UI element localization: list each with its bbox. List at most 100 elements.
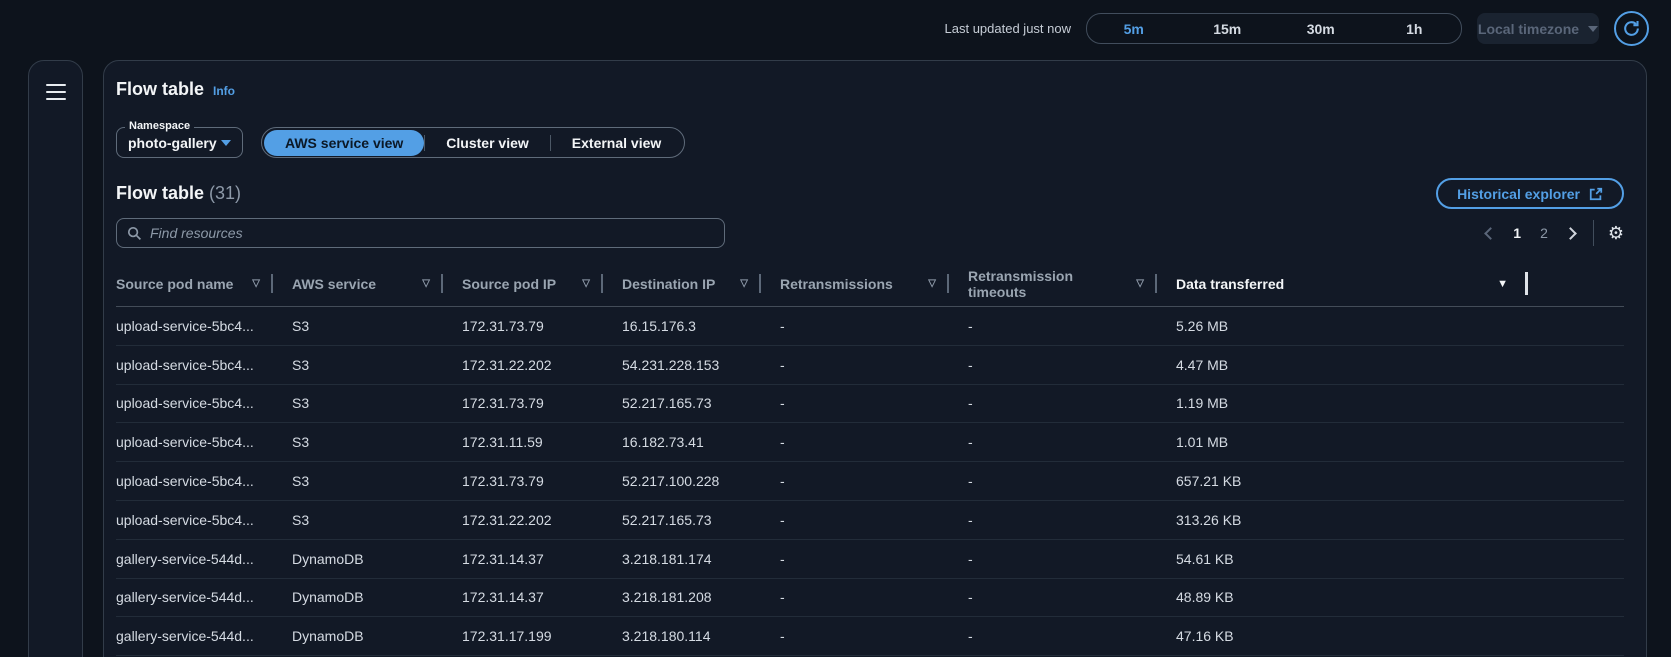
cell-destination-ip: 52.217.100.228 <box>622 462 780 500</box>
topbar: Last updated just now 5m15m30m1h Local t… <box>0 0 1671 57</box>
cell-source-pod-ip: 172.31.14.37 <box>462 540 622 578</box>
chevron-right-icon <box>1564 227 1577 240</box>
cell-data-transferred: 5.26 MB <box>1176 307 1528 345</box>
filter-caret-icon[interactable]: ▽ <box>252 278 260 289</box>
cell-source-pod-ip: 172.31.11.59 <box>462 423 622 461</box>
cell-data-transferred: 47.16 KB <box>1176 617 1528 655</box>
column-header-destination-ip[interactable]: Destination IP▽ <box>622 261 780 306</box>
cell-retransmission-timeouts: - <box>968 346 1176 384</box>
page-button-1[interactable]: 1 <box>1508 223 1526 243</box>
sort-descending-icon[interactable]: ▼ <box>1497 278 1508 290</box>
cell-source-pod-name: upload-service-5bc4... <box>116 462 292 500</box>
table-row: upload-service-5bc4...S3172.31.73.7952.2… <box>116 385 1624 424</box>
cell-source-pod-ip: 172.31.73.79 <box>462 307 622 345</box>
column-label: Data transferred <box>1176 276 1284 292</box>
filter-caret-icon[interactable]: ▽ <box>422 278 430 289</box>
column-header-filler <box>1528 261 1624 306</box>
cell-filler <box>1528 462 1624 500</box>
pagination: 1 2 ⚙ <box>1482 220 1624 246</box>
search-box <box>116 218 725 248</box>
cell-aws-service: S3 <box>292 346 462 384</box>
cell-data-transferred: 313.26 KB <box>1176 501 1528 539</box>
time-range-15m[interactable]: 15m <box>1181 14 1275 43</box>
cell-data-transferred: 48.89 KB <box>1176 579 1528 617</box>
cell-source-pod-ip: 172.31.73.79 <box>462 462 622 500</box>
search-input[interactable] <box>150 225 714 241</box>
gear-icon: ⚙ <box>1608 223 1624 243</box>
cell-source-pod-ip: 172.31.22.202 <box>462 346 622 384</box>
table-row: gallery-service-544d...DynamoDB172.31.17… <box>116 617 1624 656</box>
time-range-1h[interactable]: 1h <box>1368 14 1462 43</box>
cell-retransmissions: - <box>780 346 968 384</box>
cell-data-transferred: 1.01 MB <box>1176 423 1528 461</box>
namespace-value: photo-gallery <box>128 135 217 151</box>
cell-source-pod-ip: 172.31.73.79 <box>462 385 622 423</box>
info-link[interactable]: Info <box>213 84 235 98</box>
cell-retransmission-timeouts: - <box>968 307 1176 345</box>
section-title: Flow table (31) <box>116 183 241 204</box>
cell-retransmission-timeouts: - <box>968 501 1176 539</box>
cell-destination-ip: 16.15.176.3 <box>622 307 780 345</box>
column-header-source-pod-name[interactable]: Source pod name ▽ <box>116 261 292 306</box>
cell-source-pod-name: gallery-service-544d... <box>116 579 292 617</box>
time-range-30m[interactable]: 30m <box>1274 14 1368 43</box>
column-header-aws-service[interactable]: AWS service ▽ <box>292 261 462 306</box>
cell-retransmissions: - <box>780 617 968 655</box>
cell-filler <box>1528 617 1624 655</box>
cell-source-pod-ip: 172.31.22.202 <box>462 501 622 539</box>
search-icon <box>127 226 142 241</box>
table-row: upload-service-5bc4...S3172.31.73.7916.1… <box>116 307 1624 346</box>
cell-aws-service: S3 <box>292 501 462 539</box>
cell-aws-service: S3 <box>292 307 462 345</box>
time-range-5m[interactable]: 5m <box>1087 14 1181 43</box>
refresh-icon <box>1622 19 1641 38</box>
column-label: AWS service <box>292 276 376 292</box>
filter-caret-icon[interactable]: ▽ <box>582 278 590 289</box>
column-label: Source pod name <box>116 276 233 292</box>
cell-source-pod-name: upload-service-5bc4... <box>116 307 292 345</box>
time-range-control[interactable]: 5m15m30m1h <box>1086 13 1462 44</box>
cell-filler <box>1528 540 1624 578</box>
view-tab-external-view[interactable]: External view <box>551 130 683 156</box>
table-header: Source pod name▽AWS service▽Source pod I… <box>116 261 1624 307</box>
filter-caret-icon[interactable]: ▽ <box>740 278 748 289</box>
cell-destination-ip: 3.218.181.208 <box>622 579 780 617</box>
view-tab-aws-service-view[interactable]: AWS service view <box>264 130 424 156</box>
timezone-select[interactable]: Local timezone <box>1477 13 1599 44</box>
cell-source-pod-name: upload-service-5bc4... <box>116 346 292 384</box>
table-row: upload-service-5bc4...S3172.31.11.5916.1… <box>116 423 1624 462</box>
cell-source-pod-ip: 172.31.17.199 <box>462 617 622 655</box>
cell-retransmissions: - <box>780 385 968 423</box>
next-page-button[interactable] <box>1562 225 1579 242</box>
cell-retransmissions: - <box>780 501 968 539</box>
sidebar <box>28 60 83 657</box>
cell-retransmissions: - <box>780 307 968 345</box>
cell-retransmission-timeouts: - <box>968 462 1176 500</box>
namespace-select[interactable]: Namespace photo-gallery <box>116 127 243 158</box>
cell-filler <box>1528 423 1624 461</box>
cell-destination-ip: 54.231.228.153 <box>622 346 780 384</box>
column-header-source-pod-ip[interactable]: Source pod IP ▽ <box>462 261 622 306</box>
column-label: Source pod IP <box>462 276 556 292</box>
page-button-2[interactable]: 2 <box>1535 223 1553 243</box>
cell-aws-service: S3 <box>292 385 462 423</box>
table-settings-button[interactable]: ⚙ <box>1608 224 1624 242</box>
table-row: upload-service-5bc4...S3172.31.22.20252.… <box>116 501 1624 540</box>
view-tab-cluster-view[interactable]: Cluster view <box>425 130 549 156</box>
filter-caret-icon[interactable]: ▽ <box>1136 278 1144 289</box>
chevron-left-icon <box>1484 227 1497 240</box>
table-row: upload-service-5bc4...S3172.31.73.7952.2… <box>116 462 1624 501</box>
cell-destination-ip: 3.218.181.174 <box>622 540 780 578</box>
refresh-button[interactable] <box>1614 11 1649 46</box>
column-header-data-transferred[interactable]: Data transferred ▼ <box>1176 261 1528 306</box>
historical-explorer-button[interactable]: Historical explorer <box>1436 178 1624 209</box>
filter-caret-icon[interactable]: ▽ <box>928 278 936 289</box>
column-header-retransmission-timeouts[interactable]: Retransmission timeouts▽ <box>968 261 1176 306</box>
column-header-retransmissions[interactable]: Retransmissions▽ <box>780 261 968 306</box>
table-row: upload-service-5bc4...S3172.31.22.20254.… <box>116 346 1624 385</box>
cell-retransmission-timeouts: - <box>968 385 1176 423</box>
previous-page-button[interactable] <box>1482 225 1499 242</box>
view-toggle: AWS service viewCluster viewExternal vie… <box>261 127 685 158</box>
cell-filler <box>1528 385 1624 423</box>
menu-toggle-button[interactable] <box>44 83 68 101</box>
